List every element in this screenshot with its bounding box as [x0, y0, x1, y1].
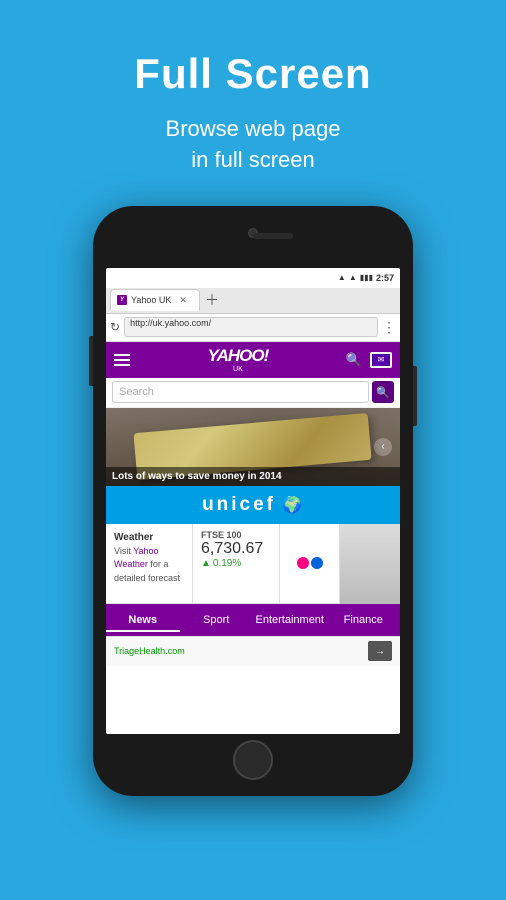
ftse-value: 6,730.67	[201, 540, 271, 558]
url-input[interactable]: http://uk.yahoo.com/	[124, 317, 378, 337]
tab-entertainment[interactable]: Entertainment	[253, 608, 327, 632]
clock: 2:57	[376, 273, 394, 283]
battery-icon: ▮▮▮	[360, 273, 373, 282]
yahoo-logo: YAHOO! UK	[208, 346, 269, 373]
yahoo-logo-text: YAHOO!	[208, 346, 269, 366]
search-placeholder: Search	[119, 386, 362, 398]
hero-caption: Lots of ways to save money in 2014	[106, 467, 400, 486]
url-text: http://uk.yahoo.com/	[130, 318, 211, 328]
address-bar: ↻ http://uk.yahoo.com/ ⋮	[106, 314, 400, 342]
signal-icon: ▲	[349, 273, 357, 282]
search-bar: Search 🔍	[106, 378, 400, 408]
unicef-logo-icon: 🌍	[282, 495, 304, 515]
unicef-logo-text: unicef	[202, 494, 276, 516]
yahoo-header: YAHOO! UK 🔍 ✉	[106, 342, 400, 378]
search-icon[interactable]: 🔍	[346, 352, 362, 368]
active-tab[interactable]: Y Yahoo UK ✕	[110, 289, 200, 311]
tab-sport[interactable]: Sport	[180, 608, 254, 632]
browser-menu-icon[interactable]: ⋮	[382, 320, 396, 334]
phone-screen: ▲ ▲ ▮▮▮ 2:57 Y Yahoo UK ✕ ＋ ↻ http	[106, 268, 400, 734]
tab-finance[interactable]: Finance	[327, 608, 401, 632]
side-button-volume	[89, 336, 93, 386]
tab-bar: Y Yahoo UK ✕ ＋	[106, 288, 400, 314]
sub-title: Browse web pagein full screen	[134, 114, 371, 176]
flickr-logo	[297, 557, 323, 569]
yahoo-uk-text: UK	[233, 366, 243, 373]
bottom-bar: TriageHealth.com →	[106, 636, 400, 666]
home-button[interactable]	[233, 740, 273, 780]
bottom-bar-text: TriageHealth.com	[114, 646, 185, 656]
status-bar: ▲ ▲ ▮▮▮ 2:57	[106, 268, 400, 288]
unicef-banner[interactable]: unicef 🌍	[106, 486, 400, 524]
ftse-change-text: 0.19%	[213, 558, 241, 569]
next-arrow-button[interactable]: →	[368, 641, 392, 661]
flickr-pink-dot	[297, 557, 309, 569]
ftse-change: ▲ 0.19%	[201, 558, 271, 569]
search-submit-button[interactable]: 🔍	[372, 381, 394, 403]
status-icons: ▲ ▲ ▮▮▮ 2:57	[338, 273, 394, 283]
weather-desc: Visit Yahoo Weather for a detailed forec…	[114, 545, 184, 586]
nav-tabs: News Sport Entertainment Finance	[106, 604, 400, 636]
phone-mockup: ▲ ▲ ▮▮▮ 2:57 Y Yahoo UK ✕ ＋ ↻ http	[93, 206, 413, 796]
phone-outer: ▲ ▲ ▮▮▮ 2:57 Y Yahoo UK ✕ ＋ ↻ http	[93, 206, 413, 796]
ftse-cell: FTSE 100 6,730.67 ▲ 0.19%	[193, 524, 280, 603]
flickr-cell[interactable]	[280, 524, 340, 603]
mail-icon[interactable]: ✉	[370, 352, 392, 368]
search-input-wrap[interactable]: Search	[112, 381, 369, 403]
image-thumb	[340, 524, 400, 604]
header-icons: 🔍 ✉	[346, 352, 392, 368]
hamburger-menu-icon[interactable]	[114, 354, 130, 366]
tab-label: Yahoo UK	[131, 295, 171, 305]
hero-image: Lots of ways to save money in 2014 ‹	[106, 408, 400, 486]
phone-speaker	[253, 233, 293, 239]
flickr-blue-dot	[311, 557, 323, 569]
yahoo-favicon: Y	[117, 295, 127, 305]
search-submit-icon: 🔍	[376, 386, 390, 399]
hero-nav-arrow[interactable]: ‹	[374, 438, 392, 456]
refresh-icon[interactable]: ↻	[110, 320, 120, 334]
weather-cell: Weather Visit Yahoo Weather for a detail…	[106, 524, 193, 603]
info-row: Weather Visit Yahoo Weather for a detail…	[106, 524, 400, 604]
weather-text: Visit	[114, 546, 133, 556]
page-header: Full Screen Browse web pagein full scree…	[134, 50, 371, 176]
ftse-title: FTSE 100	[201, 530, 271, 540]
new-tab-button[interactable]: ＋	[205, 290, 219, 310]
ftse-up-icon: ▲	[201, 558, 211, 569]
tab-news[interactable]: News	[106, 608, 180, 632]
main-title: Full Screen	[134, 50, 371, 98]
wifi-signal-icon: ▲	[338, 273, 346, 282]
side-button-power	[413, 366, 417, 426]
weather-title: Weather	[114, 530, 184, 545]
close-tab-button[interactable]: ✕	[179, 295, 187, 306]
